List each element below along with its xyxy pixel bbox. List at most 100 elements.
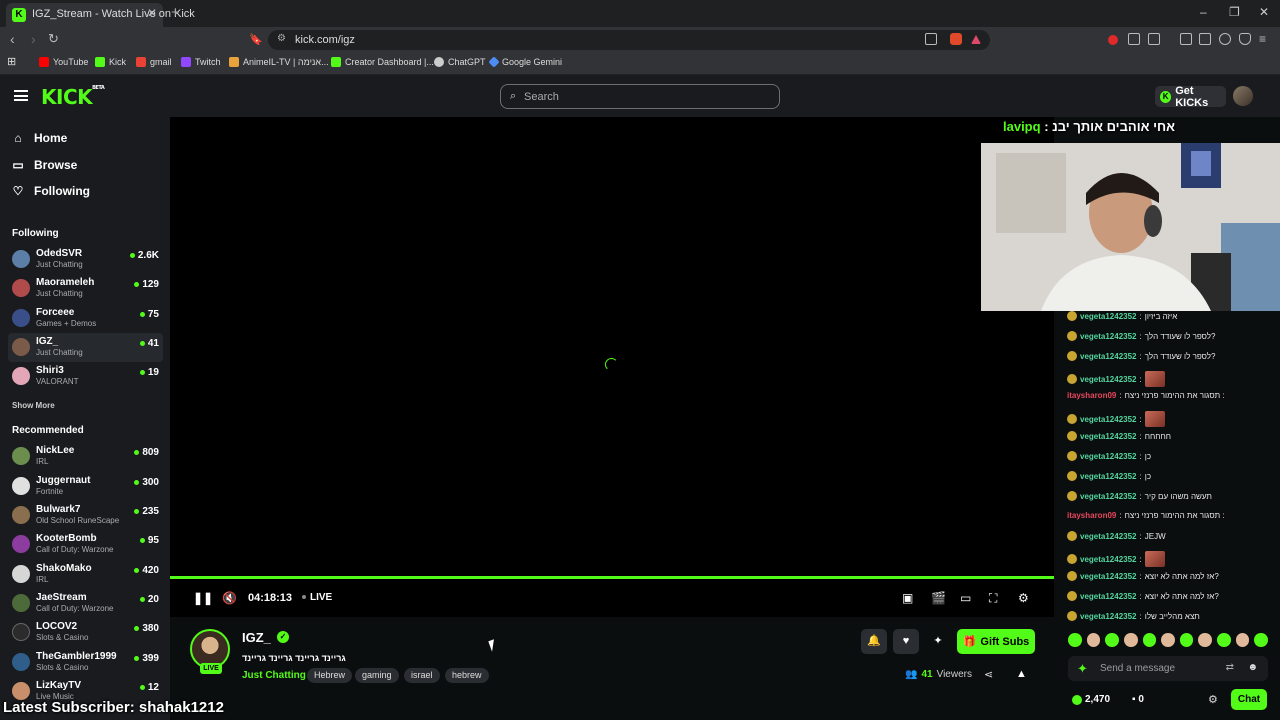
reload-icon[interactable]: ↻ <box>48 31 59 47</box>
hamburger-menu-icon[interactable] <box>14 90 28 101</box>
channel-item[interactable]: Bulwark7 Old School RuneScape 235 <box>8 501 163 530</box>
wallet-icon[interactable] <box>1199 33 1211 45</box>
user-avatar[interactable] <box>1233 86 1253 106</box>
chat-username[interactable]: vegeta1242352 <box>1080 472 1137 481</box>
chat-username[interactable]: vegeta1242352 <box>1080 572 1137 581</box>
chat-username[interactable]: vegeta1242352 <box>1080 432 1137 441</box>
emoji-icon[interactable]: ☻ <box>1247 662 1258 673</box>
nav-home[interactable]: ⌂ Home <box>12 131 67 145</box>
emote-icon[interactable] <box>1123 633 1138 647</box>
chat-username[interactable]: vegeta1242352 <box>1080 312 1137 321</box>
close-window-icon[interactable]: ✕ <box>1259 5 1269 19</box>
back-icon[interactable]: ‹ <box>10 31 15 47</box>
chat-send-button[interactable]: Chat <box>1231 689 1267 710</box>
chat-username[interactable]: vegeta1242352 <box>1080 532 1137 541</box>
chat-username[interactable]: vegeta1242352 <box>1080 592 1137 601</box>
translate-icon[interactable]: ⇄ <box>1226 662 1234 673</box>
channel-item[interactable]: LOCOV2 Slots & Casino 380 <box>8 618 163 647</box>
bookmark-chatgpt[interactable]: ChatGPT <box>434 57 486 67</box>
bookmark-creator-dashboard[interactable]: Creator Dashboard |... <box>331 57 434 67</box>
chat-username[interactable]: itaysharon09 <box>1067 391 1116 400</box>
minimize-icon[interactable]: – <box>1200 5 1207 19</box>
search-input[interactable]: ⌕ Search <box>500 84 780 109</box>
chat-username[interactable]: vegeta1242352 <box>1080 452 1137 461</box>
channel-item[interactable]: Shiri3 VALORANT 19 <box>8 362 163 391</box>
share-page-icon[interactable] <box>925 33 937 45</box>
channel-item[interactable]: JaeStream Call of Duty: Warzone 20 <box>8 589 163 618</box>
brave-rewards-icon[interactable] <box>971 35 981 44</box>
forward-icon[interactable]: › <box>31 31 36 47</box>
kicks-balance[interactable]: 2,470 <box>1072 694 1110 705</box>
emote-icon[interactable] <box>1105 633 1119 647</box>
bookmark-twitch[interactable]: Twitch <box>181 57 221 67</box>
nav-following[interactable]: ♡ Following <box>12 184 90 198</box>
live-indicator[interactable]: LIVE <box>302 592 332 603</box>
notification-bell-icon[interactable]: 🔔 <box>861 629 887 654</box>
sparkle-icon[interactable]: ✦ <box>925 629 951 654</box>
emote-icon[interactable] <box>1217 633 1231 647</box>
menu-icon[interactable]: ≡ <box>1259 32 1266 46</box>
video-player[interactable] <box>170 117 1054 578</box>
bookmark-youtube[interactable]: YouTube <box>39 57 88 67</box>
apps-icon[interactable]: ⊞ <box>7 55 16 68</box>
chat-username[interactable]: vegeta1242352 <box>1080 492 1137 501</box>
restore-icon[interactable]: ❐ <box>1229 5 1240 19</box>
chat-username[interactable]: vegeta1242352 <box>1080 375 1137 384</box>
bookmark-kick[interactable]: Kick <box>95 57 126 67</box>
sparkle-icon[interactable]: ✦ <box>1077 661 1088 677</box>
chat-emote-icon[interactable] <box>1144 371 1165 387</box>
streamer-name[interactable]: IGZ_ <box>242 630 271 645</box>
channel-item[interactable]: ShakoMako IRL 420 <box>8 560 163 589</box>
muted-volume-icon[interactable]: 🔇 <box>222 591 237 605</box>
chat-username[interactable]: vegeta1242352 <box>1080 555 1137 564</box>
stream-category[interactable]: Just Chatting <box>242 670 306 681</box>
nav-browse[interactable]: ▭ Browse <box>12 158 77 172</box>
channel-item[interactable]: TheGambler1999 Slots & Casino 399 <box>8 648 163 677</box>
vpn-icon[interactable] <box>1239 33 1251 45</box>
chat-username[interactable]: vegeta1242352 <box>1080 352 1137 361</box>
address-bar[interactable]: ⚙ kick.com/igz <box>268 30 990 50</box>
tag-chip[interactable]: israel <box>404 668 440 683</box>
bookmark-gemini[interactable]: Google Gemini <box>488 56 562 68</box>
emote-icon[interactable] <box>1086 633 1101 647</box>
theater-mode-icon[interactable]: ▭ <box>960 591 971 605</box>
chat-emote-icon[interactable] <box>1144 411 1165 427</box>
fullscreen-icon[interactable]: ⛶ <box>989 591 997 606</box>
channel-item[interactable]: OdedSVR Just Chatting 2.6K <box>8 245 163 274</box>
site-info-icon[interactable]: ⚙ <box>277 33 286 44</box>
emote-icon[interactable] <box>1254 633 1269 647</box>
sidebar-toggle-icon[interactable] <box>1180 33 1192 45</box>
channel-item[interactable]: Forceee Games + Demos 75 <box>8 304 163 333</box>
tag-chip[interactable]: Hebrew <box>307 668 353 683</box>
chat-username[interactable]: itaysharon09 <box>1067 511 1116 520</box>
follow-heart-icon[interactable]: ♥ <box>893 629 919 654</box>
emote-icon[interactable] <box>1161 633 1175 647</box>
tag-chip[interactable]: hebrew <box>445 668 489 683</box>
new-tab-icon[interactable]: + <box>171 4 180 21</box>
close-tab-icon[interactable]: ✕ <box>147 6 157 20</box>
kick-logo[interactable]: KICKBETA <box>41 85 105 109</box>
channel-item[interactable]: IGZ_ Just Chatting 41 <box>8 333 163 362</box>
emote-icon[interactable] <box>1142 633 1157 647</box>
chat-input[interactable]: ✦ Send a message ⇄ ☻ <box>1068 656 1268 681</box>
chat-emote-icon[interactable] <box>1144 551 1165 567</box>
brave-shields-icon[interactable] <box>950 33 962 45</box>
pause-icon[interactable]: ❚❚ <box>193 591 213 605</box>
browser-tab[interactable]: K IGZ_Stream - Watch Live on Kick ✕ <box>6 3 195 27</box>
channel-item[interactable]: Maorameleh Just Chatting 129 <box>8 274 163 303</box>
channel-points[interactable]: ▪ 0 <box>1132 694 1144 705</box>
channel-item[interactable]: Juggernaut Fortnite 300 <box>8 472 163 501</box>
bookmark-animeil[interactable]: AnimeIL-TV | אנימה... <box>229 57 329 67</box>
gift-subs-button[interactable]: 🎁 Gift Subs <box>957 629 1035 654</box>
chat-settings-icon[interactable]: ⚙ <box>1208 693 1218 706</box>
share-icon[interactable]: ⋖ <box>984 668 993 681</box>
emote-icon[interactable] <box>1179 633 1194 647</box>
emote-icon[interactable] <box>1235 633 1250 647</box>
media-icon[interactable] <box>1148 33 1160 45</box>
mini-player-icon[interactable]: ▣ <box>902 591 913 605</box>
chat-username[interactable]: vegeta1242352 <box>1080 415 1137 424</box>
show-more-link[interactable]: Show More <box>12 401 55 410</box>
channel-item[interactable]: KooterBomb Call of Duty: Warzone 95 <box>8 530 163 559</box>
bookmark-gmail[interactable]: gmail <box>136 57 172 67</box>
bookmark-page-icon[interactable]: 🔖 <box>249 33 263 46</box>
